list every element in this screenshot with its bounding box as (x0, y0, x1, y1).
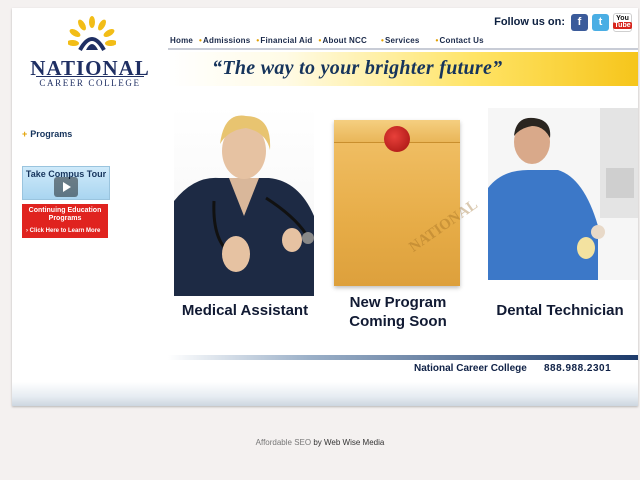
ce-cta: › Click Here to Learn More (26, 228, 101, 234)
twitter-icon[interactable]: t (592, 13, 609, 31)
bullet-icon: • (318, 36, 322, 45)
ce-line2: Programs (48, 215, 82, 222)
plus-icon: + (22, 129, 28, 139)
footer-phone: 888.988.2301 (544, 363, 612, 374)
ce-title: Continuing Education Programs (22, 207, 108, 223)
seo-credit-suffix: by Web Wise Media (311, 438, 385, 447)
site-logo[interactable]: NATIONAL CAREER COLLEGE (30, 16, 150, 96)
technician-illustration (488, 108, 638, 280)
seo-credit-link[interactable]: Affordable SEO (256, 438, 311, 447)
facebook-icon[interactable]: f (571, 13, 588, 31)
youtube-you-text: You (616, 15, 629, 22)
sidebar-programs-label: Programs (30, 129, 73, 139)
frame-bottom-fade (12, 382, 638, 406)
wax-seal-icon (384, 126, 410, 152)
new-program-envelope[interactable]: NATIONAL (334, 120, 481, 286)
tagline: “The way to your brighter future” (212, 57, 503, 79)
new-program-line2: Coming Soon (349, 313, 447, 330)
follow-label: Follow us on: (494, 16, 565, 28)
medical-assistant-caption[interactable]: Medical Assistant (170, 302, 320, 319)
play-icon (54, 177, 78, 197)
nav-label: Services (385, 36, 420, 45)
nav-label: Financial Aid (260, 36, 313, 45)
nav-label: Admissions (203, 36, 251, 45)
nurse-illustration (174, 115, 314, 296)
sunburst-icon (68, 16, 116, 52)
logo-divider (36, 76, 144, 77)
sidebar-programs-link[interactable]: + Programs (22, 129, 72, 139)
dental-technician-photo[interactable] (488, 108, 638, 280)
nav-label: About NCC (322, 36, 367, 45)
medical-assistant-photo[interactable] (174, 106, 314, 296)
continuing-education-banner[interactable]: Continuing Education Programs › Click He… (22, 204, 108, 238)
ce-cta-label: Click Here to Learn More (29, 228, 101, 234)
bullet-icon: • (199, 36, 203, 45)
youtube-tube-text: Tube (613, 22, 632, 29)
logo-subtitle: CAREER COLLEGE (39, 78, 141, 88)
nav-label: Contact Us (439, 36, 484, 45)
page-frame: NATIONAL CAREER COLLEGE Follow us on: f … (12, 8, 638, 406)
ce-line1: Continuing Education (28, 207, 102, 214)
seo-credit: Affordable SEO by Web Wise Media (0, 438, 640, 447)
social-links: Follow us on: f t You Tube (494, 12, 632, 32)
youtube-icon[interactable]: You Tube (613, 12, 632, 32)
nav-divider (168, 48, 638, 50)
campus-tour-button[interactable]: Take Compus Tour (22, 166, 110, 200)
footer-college-name: National Career College (414, 363, 527, 374)
new-program-line1: New Program (349, 294, 447, 311)
new-program-caption[interactable]: New Program Coming Soon (330, 293, 466, 331)
dental-technician-caption[interactable]: Dental Technician (482, 302, 638, 319)
envelope-watermark: NATIONAL (406, 196, 481, 256)
bullet-icon: • (380, 36, 384, 45)
nav-label: Home (170, 36, 194, 45)
bullet-icon: • (256, 36, 260, 45)
footer-swoosh (168, 355, 638, 360)
bullet-icon: • (435, 36, 439, 45)
